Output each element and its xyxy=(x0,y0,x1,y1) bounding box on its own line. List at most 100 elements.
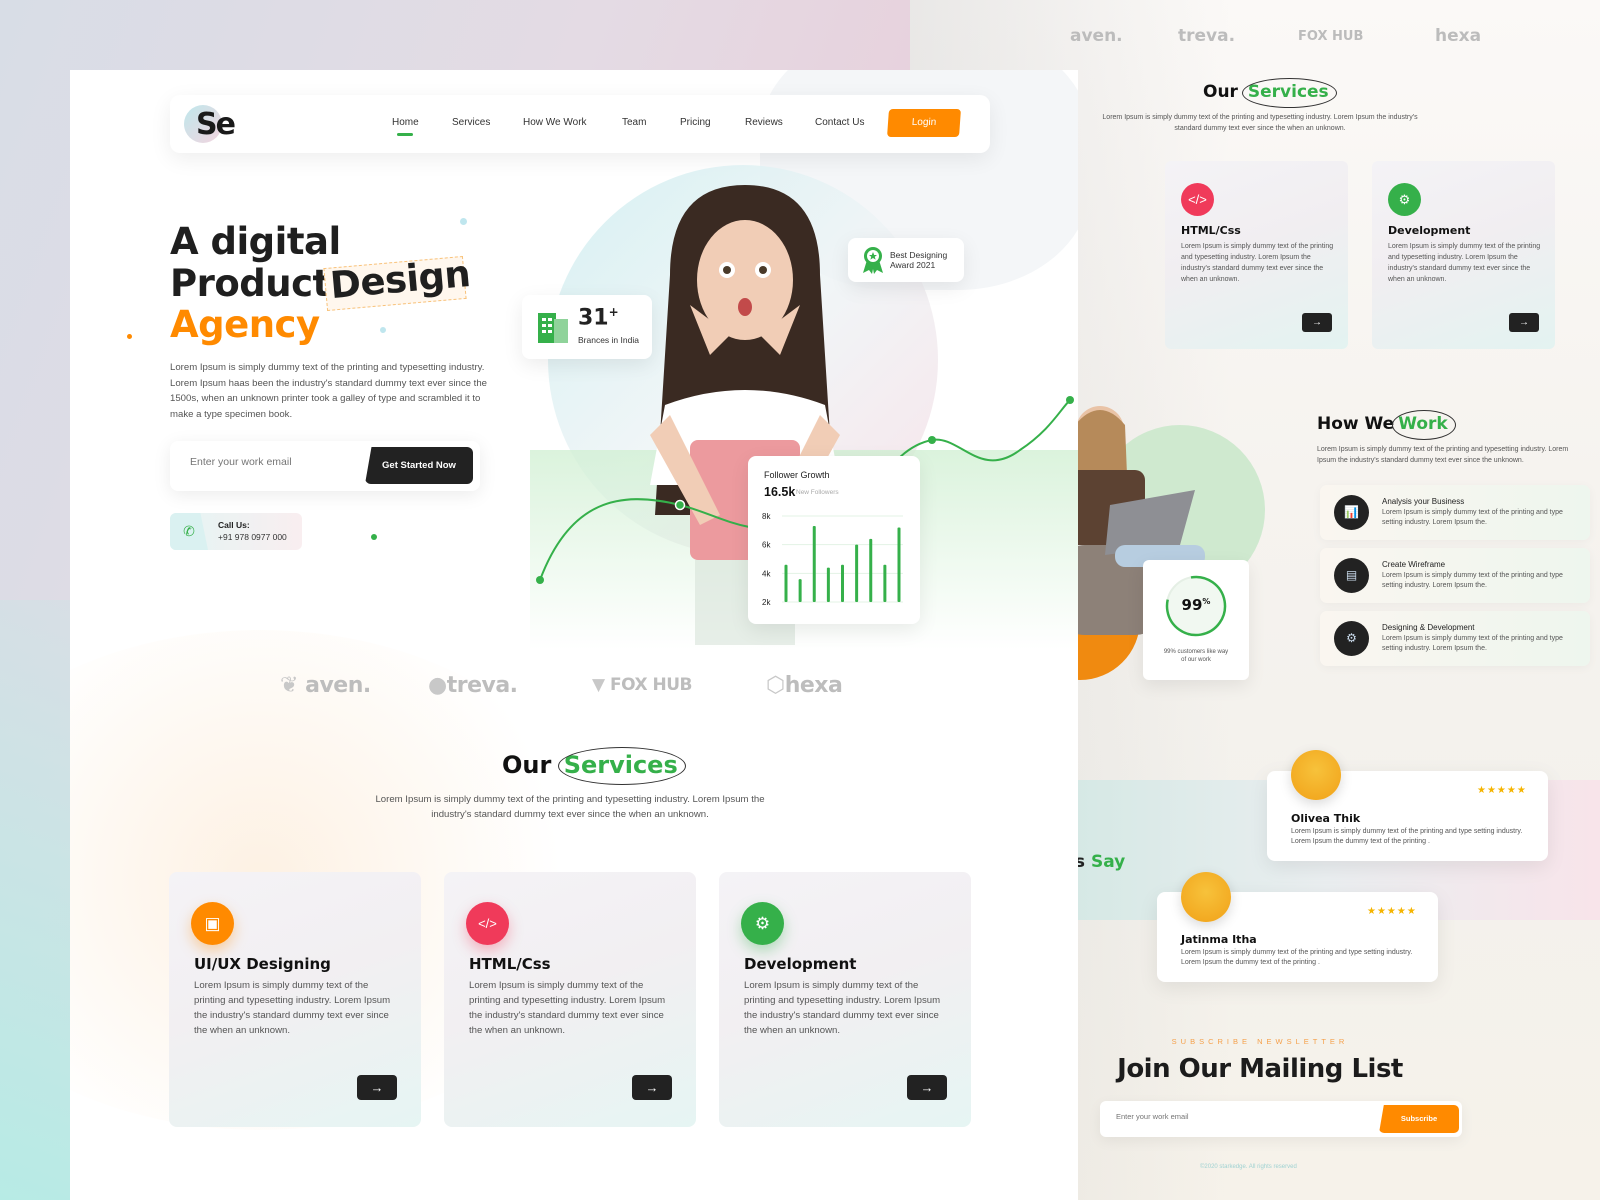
step-card: 📊 Analysis your Business Lorem Ipsum is … xyxy=(1320,485,1590,540)
review-card: ★★★★★ Jatinma Itha Lorem Ipsum is simply… xyxy=(1157,872,1438,982)
follower-growth-card: Follower Growth 16.5k New Followers 2k 4k… xyxy=(748,456,920,624)
rating-stars: ★★★★★ xyxy=(1367,906,1417,917)
newsletter-eyebrow: SUBSCRIBE NEWSLETTER xyxy=(1171,1037,1349,1046)
satisfaction-card: 99% 99% customers like way of our work xyxy=(1143,560,1249,680)
award-ribbon-icon xyxy=(863,247,883,274)
newsletter-email-input[interactable] xyxy=(1116,1112,1316,1121)
brand-logo-aven: ❦ aven. xyxy=(280,673,371,698)
chart-bar xyxy=(869,538,873,602)
service-card-uiux: ▣ UI/UX Designing Lorem Ipsum is simply … xyxy=(169,872,421,1127)
phone-icon: ✆ xyxy=(170,513,208,550)
brand-logo-hexa: ⬡hexa xyxy=(766,673,843,698)
brand-logo[interactable]: Se xyxy=(184,105,244,145)
brand-logo-foxhub: ▼ FOX HUB xyxy=(592,675,692,695)
curve-point xyxy=(1066,396,1074,404)
brand-logo-treva: treva. xyxy=(1178,26,1236,46)
how-we-work-description: Lorem Ipsum is simply dummy text of the … xyxy=(1317,446,1569,464)
satisfaction-label: 99% customers like way of our work xyxy=(1163,649,1229,663)
building-icon xyxy=(538,313,568,343)
hero-title-line2: Product xyxy=(170,262,330,305)
chart-bar xyxy=(841,564,844,602)
hero-email-form: Get Started Now xyxy=(170,441,480,491)
arrow-button[interactable]: → xyxy=(1509,313,1539,332)
analysis-chart-icon: 📊 xyxy=(1334,495,1369,530)
y-tick-label: 6k xyxy=(762,541,771,550)
step-card: ▤ Create Wireframe Lorem Ipsum is simply… xyxy=(1320,548,1590,603)
reviewer-avatar xyxy=(1291,750,1341,800)
branches-card: 31+ Brances in India xyxy=(522,295,652,359)
arrow-button[interactable]: → xyxy=(357,1075,397,1100)
decor-dot xyxy=(371,534,377,540)
code-gear-icon: ⚙ xyxy=(1388,183,1421,216)
chart-bar xyxy=(798,579,802,602)
chart-bar xyxy=(812,526,816,602)
curve-point xyxy=(536,576,544,584)
nav-home[interactable]: Home xyxy=(392,117,419,128)
reviewer-avatar xyxy=(1181,872,1231,922)
services-title: Our Services xyxy=(502,751,682,779)
brand-logo-aven: aven. xyxy=(1070,26,1123,46)
devices-icon: ▣ xyxy=(191,902,234,945)
arrow-button[interactable]: → xyxy=(907,1075,947,1100)
chart-bar xyxy=(883,564,887,602)
active-indicator xyxy=(397,133,413,136)
login-button[interactable]: Login xyxy=(887,109,961,137)
review-card: ★★★★★ Olivea Thik Lorem Ipsum is simply … xyxy=(1267,750,1548,861)
curve-point xyxy=(928,436,936,444)
services-description: Lorem Ipsum is simply dummy text of the … xyxy=(375,794,765,820)
newsletter-form: Subscribe xyxy=(1100,1101,1462,1137)
hero-description: Lorem Ipsum is simply dummy text of the … xyxy=(170,362,487,420)
get-started-button[interactable]: Get Started Now xyxy=(365,447,473,484)
code-gear-icon: ⚙ xyxy=(1334,621,1369,656)
hero-title-line1: A digital xyxy=(170,220,341,263)
subscribe-button[interactable]: Subscribe xyxy=(1379,1105,1459,1133)
brand-logo-treva: ●treva. xyxy=(428,673,518,698)
footer-copyright: ©2020 starkedge. All rights reserved xyxy=(1200,1164,1297,1170)
phone-number: +91 978 0977 000 xyxy=(218,532,287,542)
service-card: </> HTML/Css Lorem Ipsum is simply dummy… xyxy=(1165,161,1348,349)
nav-services[interactable]: Services xyxy=(452,117,490,128)
arrow-button[interactable]: → xyxy=(632,1075,672,1100)
chart-bar xyxy=(897,527,901,602)
brand-logo-foxhub: FOX HUB xyxy=(1298,29,1364,44)
wireframe-icon: ▤ xyxy=(1334,558,1369,593)
curve-point xyxy=(674,499,686,511)
service-card: ⚙ Development Lorem Ipsum is simply dumm… xyxy=(1372,161,1555,349)
code-window-icon: </> xyxy=(1181,183,1214,216)
nav-how-we-work[interactable]: How We Work xyxy=(523,117,587,128)
y-tick-label: 2k xyxy=(762,598,771,607)
services-title: Our Services xyxy=(1203,82,1333,102)
step-card: ⚙ Designing & Development Lorem Ipsum is… xyxy=(1320,611,1590,666)
top-navigation: Se Home Services How We Work Team Pricin… xyxy=(170,95,990,153)
branches-count: 31+ xyxy=(578,305,619,331)
main-page: Se Home Services How We Work Team Pricin… xyxy=(70,70,1078,1200)
call-us-box[interactable]: ✆ Call Us: +91 978 0977 000 xyxy=(170,513,302,550)
services-description: Lorem Ipsum is simply dummy text of the … xyxy=(1102,114,1418,132)
decor-dot xyxy=(380,327,386,333)
chart-bar xyxy=(826,567,830,602)
how-we-work-title: How We Work xyxy=(1317,414,1452,434)
nav-pricing[interactable]: Pricing xyxy=(680,117,711,128)
service-card-development: ⚙ Development Lorem Ipsum is simply dumm… xyxy=(719,872,971,1127)
y-tick-label: 8k xyxy=(762,512,771,521)
arrow-button[interactable]: → xyxy=(1302,313,1332,332)
brand-logo-hexa: hexa xyxy=(1435,26,1482,46)
newsletter-title: Join Our Mailing List xyxy=(1117,1054,1403,1084)
satisfaction-value: 99% xyxy=(1181,596,1211,614)
nav-team[interactable]: Team xyxy=(622,117,646,128)
nav-contact-us[interactable]: Contact Us xyxy=(815,117,864,128)
decor-dot xyxy=(460,218,467,225)
service-card-html-css: </> HTML/Css Lorem Ipsum is simply dummy… xyxy=(444,872,696,1127)
follower-growth-chart: 2k 4k 6k 8k xyxy=(762,512,903,607)
chart-bar xyxy=(784,564,788,602)
hero-title-agency: Agency xyxy=(170,303,320,346)
chart-bar xyxy=(855,544,859,602)
rating-stars: ★★★★★ xyxy=(1477,785,1527,796)
work-email-input[interactable] xyxy=(190,456,350,468)
y-tick-label: 4k xyxy=(762,569,771,578)
award-card: Best Designing Award 2021 xyxy=(848,238,964,282)
code-gear-icon: ⚙ xyxy=(741,902,784,945)
decor-dot xyxy=(127,334,132,339)
nav-reviews[interactable]: Reviews xyxy=(745,117,783,128)
code-window-icon: </> xyxy=(466,902,509,945)
